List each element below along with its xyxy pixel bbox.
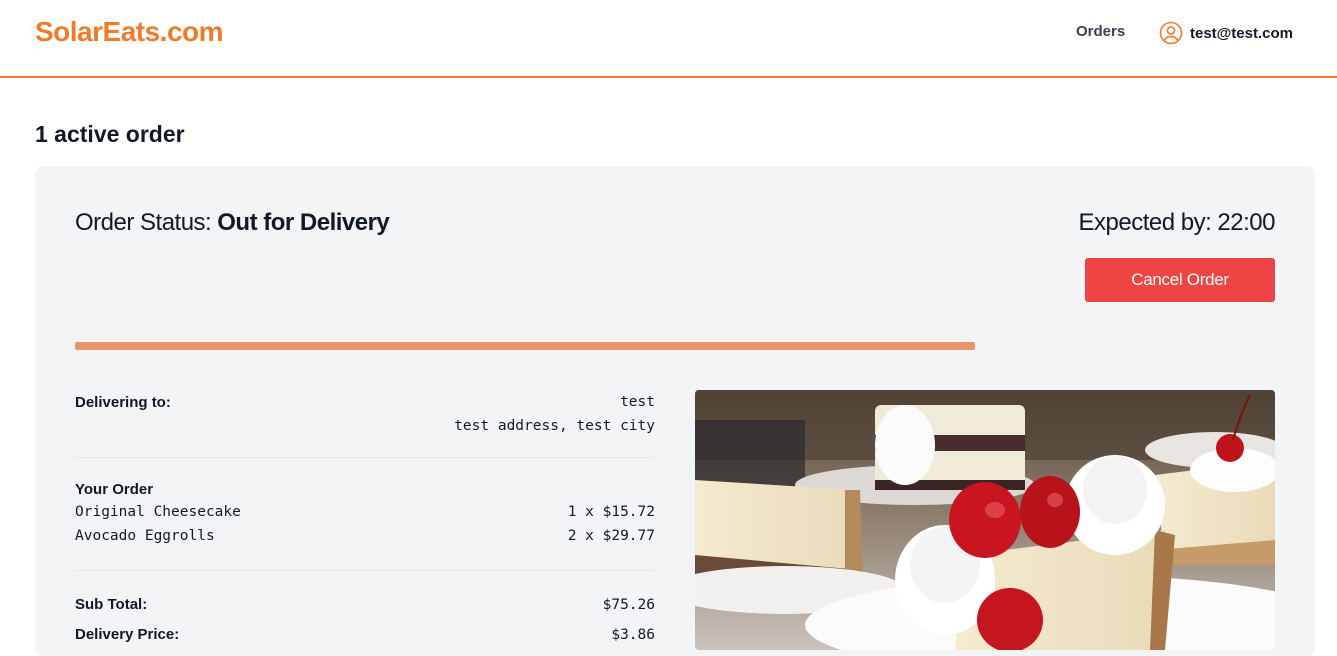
order-details: Delivering to: test test address, test c… <box>75 390 655 653</box>
delivering-to-label: Delivering to: <box>75 394 171 411</box>
order-status-label: Order Status: <box>75 209 212 236</box>
recipient-name: test <box>620 394 655 410</box>
active-orders-heading: 1 active order <box>35 121 185 147</box>
food-image <box>695 390 1275 650</box>
delivery-address: test address, test city <box>454 418 655 434</box>
user-circle-icon <box>1159 21 1183 45</box>
delivery-progress-bar <box>75 342 1275 350</box>
order-totals: Sub Total: $75.26 Delivery Price: $3.86 <box>75 593 655 647</box>
top-navbar: SolarEats.com Orders test@test.com <box>0 0 1337 78</box>
cancel-order-button[interactable]: Cancel Order <box>1085 258 1275 302</box>
account-email: test@test.com <box>1190 24 1293 42</box>
order-item-name: Avocado Eggrolls <box>75 528 215 544</box>
delivery-progress-fill <box>75 342 975 350</box>
order-item-qty-price: 1 x $15.72 <box>567 504 655 520</box>
delivery-address-section: Delivering to: test test address, test c… <box>75 390 655 458</box>
order-status-value: Out for Delivery <box>217 209 390 236</box>
your-order-label: Your Order <box>75 481 154 498</box>
order-item-qty-price: 2 x $29.77 <box>567 528 655 544</box>
expected-time: Expected by: 22:00 <box>1078 209 1276 236</box>
subtotal-label: Sub Total: <box>75 596 148 613</box>
site-logo[interactable]: SolarEats.com <box>35 16 224 48</box>
order-item: Original Cheesecake 1 x $15.72 <box>75 500 655 524</box>
cheesecake-photo <box>695 390 1275 650</box>
delivery-price-row: Delivery Price: $3.86 <box>75 623 655 647</box>
order-status: Order Status: Out for Delivery <box>75 209 390 237</box>
delivery-price-label: Delivery Price: <box>75 626 180 643</box>
order-items-section: Your Order Original Cheesecake 1 x $15.7… <box>75 480 655 571</box>
nav-orders-link[interactable]: Orders <box>1076 23 1125 40</box>
subtotal-value: $75.26 <box>602 597 655 613</box>
order-card: Order Status: Out for Delivery Expected b… <box>35 166 1315 656</box>
delivery-price-value: $3.86 <box>611 627 655 643</box>
account-menu[interactable]: test@test.com <box>1159 21 1293 45</box>
order-item-name: Original Cheesecake <box>75 504 241 520</box>
order-item: Avocado Eggrolls 2 x $29.77 <box>75 524 655 548</box>
subtotal-row: Sub Total: $75.26 <box>75 593 655 617</box>
